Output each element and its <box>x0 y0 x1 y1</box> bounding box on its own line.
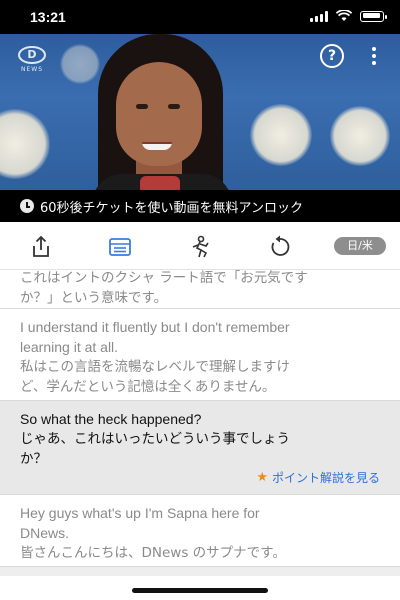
transcript-english: DNews. <box>20 525 70 541</box>
transcript-japanese: 私はこの言語を流暢なレベルで理解しますけ <box>20 359 290 375</box>
point-explanation-label: ポイント解説を見る <box>271 471 380 485</box>
transcript-item[interactable]: これはイントのクシャ ラート語で「お元気です か？」という意味です。 <box>0 270 400 309</box>
transcript-english: So what the heck happened? <box>20 411 202 427</box>
status-time: 13:21 <box>30 9 66 25</box>
clock-icon <box>20 199 34 213</box>
language-toggle[interactable]: 日/米 <box>334 237 386 255</box>
signal-icon <box>310 10 328 22</box>
wifi-icon <box>336 10 352 21</box>
player-toolbar: 日/米 <box>0 222 400 270</box>
transcript-item-active[interactable]: So what the heck happened? じゃあ、これはいったいどう… <box>0 401 400 495</box>
dnews-logo: D NEWS <box>18 46 46 73</box>
transcript-japanese: か？ <box>20 451 47 467</box>
transcript-japanese: じゃあ、これはいったいどういう事でしょう <box>20 431 290 447</box>
more-options-button[interactable] <box>370 44 378 68</box>
transcript-japanese: 皆さんこんにちは、DNews のサプナです。 <box>20 545 286 561</box>
replay-icon[interactable] <box>267 234 293 260</box>
promo-text: 60秒後チケットを使い動画を無料アンロック <box>40 200 304 216</box>
script-icon[interactable] <box>107 234 133 260</box>
video-player[interactable]: D NEWS ? <box>0 34 400 190</box>
transcript-list[interactable]: これはイントのクシャ ラート語で「お元気です か？」という意味です。 I und… <box>0 270 400 576</box>
transcript-item[interactable]: Hey guys what's up I'm Sapna here for DN… <box>0 495 400 567</box>
status-bar: 13:21 <box>0 0 400 34</box>
transcript-item[interactable]: I understand it fluently but I don't rem… <box>0 309 400 401</box>
home-indicator[interactable] <box>0 576 400 600</box>
shadowing-icon[interactable] <box>187 234 213 260</box>
transcript-english: Hey guys what's up I'm Sapna here for <box>20 505 260 521</box>
transcript-japanese: これはイントのクシャ ラート語で「お元気です <box>20 270 308 286</box>
help-button[interactable]: ? <box>320 44 344 68</box>
status-icons <box>310 10 387 22</box>
unlock-promo-bar[interactable]: 60秒後チケットを使い動画を無料アンロック <box>0 190 400 222</box>
transcript-japanese: か？」という意味です。 <box>20 290 168 306</box>
transcript-english: I understand it fluently but I don't rem… <box>20 319 290 335</box>
transcript-english: learning it at all. <box>20 339 119 355</box>
share-icon[interactable] <box>28 234 54 260</box>
battery-icon <box>360 10 387 22</box>
star-icon: ★ <box>256 470 268 485</box>
point-explanation-link[interactable]: ★ ポイント解説を見る <box>256 469 380 486</box>
transcript-japanese: ど、学んだという記憶は全くありません。 <box>20 379 276 395</box>
